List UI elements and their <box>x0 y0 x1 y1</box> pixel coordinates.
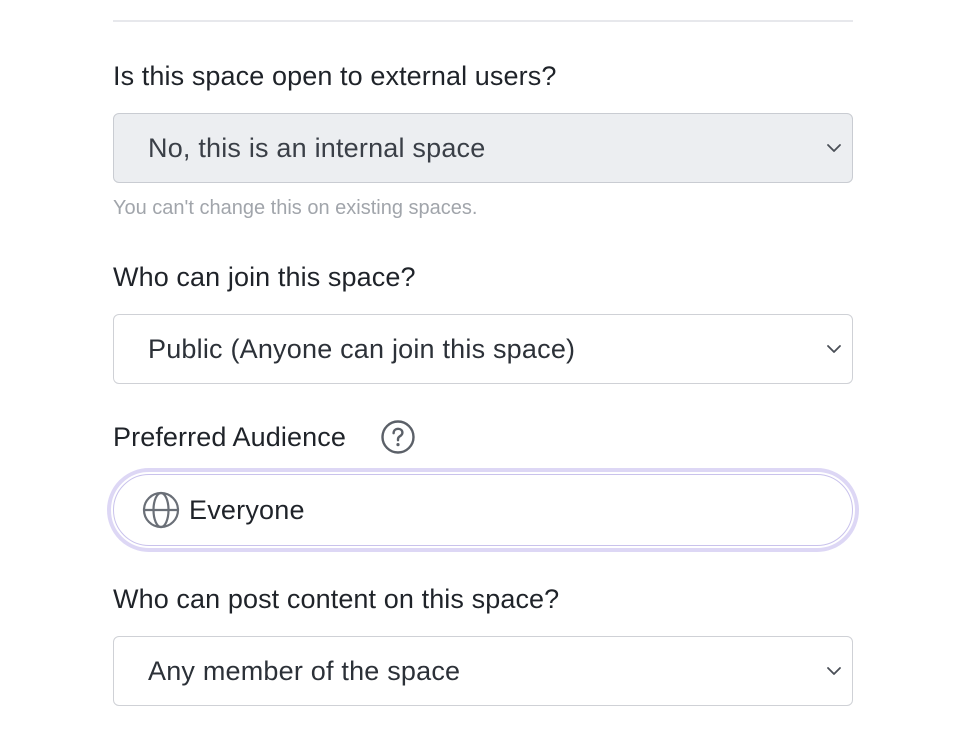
chevron-down-icon <box>827 667 841 675</box>
external-users-helper-text: You can't change this on existing spaces… <box>113 197 478 219</box>
external-users-select[interactable]: No, this is an internal space <box>113 113 853 183</box>
join-value: Public (Anyone can join this space) <box>148 333 576 364</box>
space-settings-form: Is this space open to external users? No… <box>0 0 964 732</box>
post-permission-select[interactable]: Any member of the space <box>113 636 853 706</box>
question-circle-icon[interactable] <box>380 419 416 455</box>
join-select[interactable]: Public (Anyone can join this space) <box>113 314 853 384</box>
chevron-down-icon <box>827 144 841 152</box>
chevron-down-icon <box>827 345 841 353</box>
preferred-audience-label: Preferred Audience <box>113 422 346 452</box>
post-permission-value: Any member of the space <box>148 655 461 686</box>
section-divider <box>113 20 853 22</box>
post-permission-label: Who can post content on this space? <box>113 584 560 614</box>
external-users-label: Is this space open to external users? <box>113 61 557 91</box>
preferred-audience-field-focus-ring: Everyone <box>107 468 859 552</box>
preferred-audience-select[interactable]: Everyone <box>113 474 853 546</box>
external-users-value: No, this is an internal space <box>148 132 486 163</box>
join-label: Who can join this space? <box>113 262 416 292</box>
preferred-audience-value: Everyone <box>189 494 305 525</box>
globe-icon <box>142 491 180 529</box>
